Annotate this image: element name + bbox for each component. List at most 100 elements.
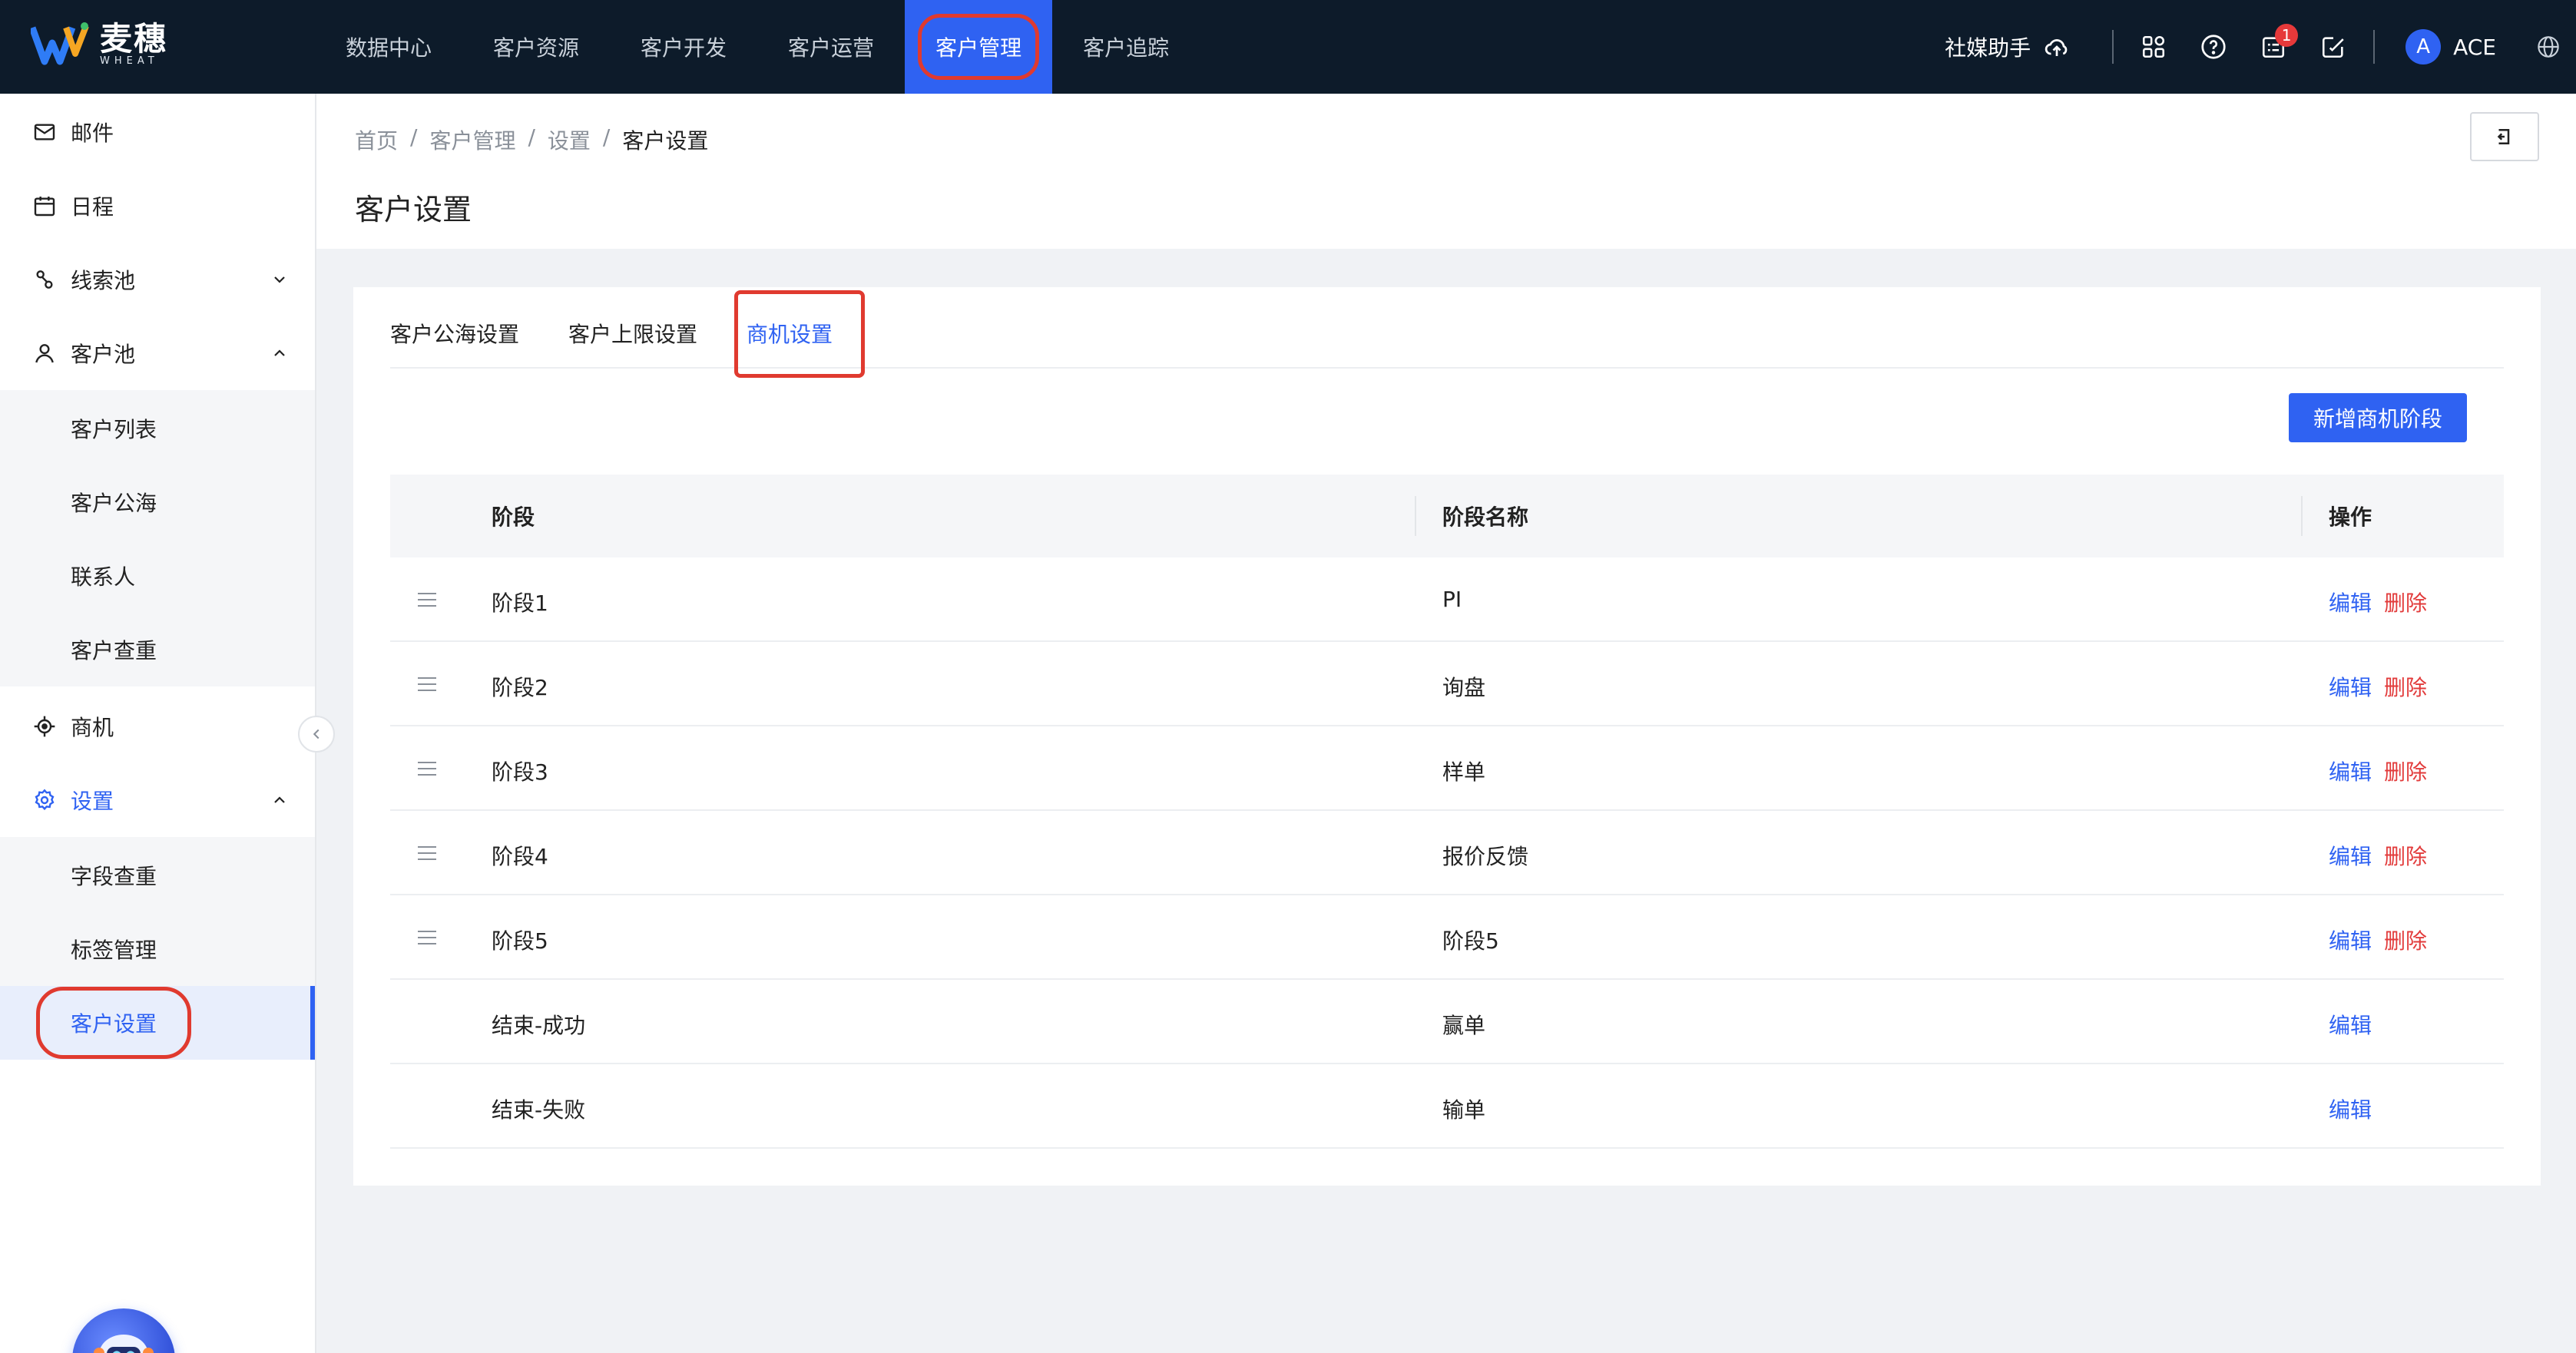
sidebar-item-label: 客户设置 [35, 987, 192, 1059]
stage-name-cell: PI [1442, 587, 1462, 612]
nav-customer-development[interactable]: 客户开发 [610, 0, 757, 94]
sidebar-item-customer-settings[interactable]: 客户设置 [0, 986, 315, 1060]
edit-link[interactable]: 编辑 [2329, 671, 2372, 702]
sidebar-item-label: 商机 [71, 715, 114, 740]
app-logo[interactable]: 麦穗 WHEAT [31, 20, 167, 69]
nav-data-center[interactable]: 数据中心 [315, 0, 462, 94]
column-divider [2301, 496, 2303, 536]
sidebar-item-customer-dedup[interactable]: 客户查重 [0, 613, 315, 686]
chevron-up-icon [274, 796, 285, 803]
task-list-icon[interactable]: 1 [2256, 24, 2299, 64]
sidebar: 邮件 日程 线索池 客户池 客户列表 客户公海 联系人 客户查重 商机 设置 字… [0, 94, 316, 1353]
cloud-upload-icon[interactable] [2040, 30, 2074, 64]
sidebar-collapse-button[interactable] [298, 716, 335, 753]
edit-link[interactable]: 编辑 [2329, 1009, 2372, 1040]
sidebar-item-opportunity[interactable]: 商机 [0, 690, 315, 763]
column-header-actions: 操作 [2329, 504, 2372, 530]
opportunity-stage-table: 阶段 阶段名称 操作 阶段1 PI 编辑 删除 阶段2 询盘 编辑 删除 阶段3… [390, 475, 2504, 1149]
gear-icon [35, 789, 55, 811]
sidebar-item-customer-public-sea[interactable]: 客户公海 [0, 465, 315, 539]
column-header-stage: 阶段 [492, 504, 535, 530]
sidebar-item-label: 客户公海 [71, 491, 157, 516]
nav-customer-tracking[interactable]: 客户追踪 [1052, 0, 1200, 94]
sidebar-item-leads-pool[interactable]: 线索池 [0, 243, 315, 316]
drag-handle-icon[interactable] [416, 591, 438, 608]
apps-grid-icon[interactable] [2137, 30, 2170, 64]
nav-label: 数据中心 [346, 35, 432, 61]
stage-cell: 阶段2 [492, 675, 548, 700]
nav-customer-operations[interactable]: 客户运营 [757, 0, 905, 94]
robot-illustration [94, 1335, 154, 1353]
sidebar-item-label: 客户列表 [71, 417, 157, 442]
sidebar-item-label: 字段查重 [71, 864, 157, 889]
divider [2373, 30, 2376, 64]
drag-handle-icon[interactable] [416, 760, 438, 777]
sidebar-item-contacts[interactable]: 联系人 [0, 539, 315, 613]
sidebar-item-tag-management[interactable]: 标签管理 [0, 912, 315, 986]
edit-link[interactable]: 编辑 [2329, 1093, 2372, 1124]
nav-label: 客户资源 [493, 35, 580, 61]
stage-cell: 结束-成功 [492, 1013, 586, 1038]
tab-opportunity-settings[interactable]: 商机设置 [733, 290, 866, 378]
tab-customer-limit-settings[interactable]: 客户上限设置 [568, 318, 697, 349]
breadcrumb-separator: / [528, 124, 535, 150]
social-assistant-link[interactable]: 社媒助手 [1945, 31, 2031, 62]
page-header: 首页 / 客户管理 / 设置 / 客户设置 客户设置 [316, 94, 2576, 249]
delete-link[interactable]: 删除 [2384, 587, 2427, 617]
sidebar-item-field-dedup[interactable]: 字段查重 [0, 839, 315, 912]
stage-name-cell: 报价反馈 [1442, 844, 1529, 869]
sidebar-item-schedule[interactable]: 日程 [0, 169, 315, 243]
column-header-stage-name: 阶段名称 [1442, 504, 1529, 530]
avatar[interactable]: A [2405, 29, 2442, 65]
user-name[interactable]: ACE [2453, 35, 2496, 60]
edit-link[interactable]: 编辑 [2329, 925, 2372, 955]
table-row: 阶段5 阶段5 编辑 删除 [390, 895, 2504, 980]
settings-card: 客户公海设置 客户上限设置 商机设置 新增商机阶段 阶段 阶段名称 操作 阶段1… [353, 287, 2541, 1186]
sidebar-item-mail[interactable]: 邮件 [0, 95, 315, 169]
nav-customer-resources[interactable]: 客户资源 [462, 0, 610, 94]
stage-name-cell: 询盘 [1442, 675, 1486, 700]
edit-link[interactable]: 编辑 [2329, 756, 2372, 786]
nav-label: 客户开发 [641, 35, 727, 61]
stage-cell: 阶段1 [492, 590, 548, 616]
drag-handle-icon[interactable] [416, 845, 438, 862]
stage-cell: 阶段3 [492, 759, 548, 785]
breadcrumb-home[interactable]: 首页 [355, 124, 398, 155]
sidebar-item-label: 联系人 [71, 564, 136, 590]
sidebar-item-label: 客户池 [71, 342, 136, 367]
edit-link[interactable]: 编辑 [2329, 587, 2372, 617]
tab-public-sea-settings[interactable]: 客户公海设置 [390, 318, 519, 349]
nav-customer-management[interactable]: 客户管理 [905, 0, 1053, 94]
breadcrumb-settings[interactable]: 设置 [548, 124, 591, 155]
top-right-toolbar: 社媒助手 1 A ACE [1945, 0, 2576, 94]
sidebar-item-customer-list[interactable]: 客户列表 [0, 392, 315, 465]
stage-name-cell: 赢单 [1442, 1013, 1486, 1038]
delete-link[interactable]: 删除 [2384, 671, 2427, 702]
edit-note-icon[interactable] [2316, 30, 2350, 64]
ai-assistant-robot-icon[interactable] [72, 1308, 175, 1353]
leads-icon [36, 270, 53, 289]
sidebar-item-customer-pool[interactable]: 客户池 [0, 316, 315, 390]
stage-name-cell: 阶段5 [1442, 928, 1499, 954]
globe-icon[interactable] [2531, 30, 2565, 64]
add-opportunity-stage-button[interactable]: 新增商机阶段 [2289, 393, 2467, 442]
edit-link[interactable]: 编辑 [2329, 840, 2372, 871]
delete-link[interactable]: 删除 [2384, 925, 2427, 955]
sidebar-item-settings[interactable]: 设置 [0, 763, 315, 837]
sidebar-item-label: 标签管理 [71, 938, 157, 963]
table-row: 结束-成功 赢单 编辑 [390, 980, 2504, 1064]
drag-handle-icon[interactable] [416, 929, 438, 946]
top-navigation-bar: 麦穗 WHEAT 数据中心 客户资源 客户开发 客户运营 客户管理 客户追踪 社… [0, 0, 2576, 94]
exit-button[interactable] [2470, 112, 2539, 161]
mail-icon [34, 124, 55, 141]
delete-link[interactable]: 删除 [2384, 756, 2427, 786]
delete-link[interactable]: 删除 [2384, 840, 2427, 871]
breadcrumb-customer-management[interactable]: 客户管理 [429, 124, 515, 155]
drag-handle-icon[interactable] [416, 676, 438, 693]
nav-label: 客户运营 [788, 35, 875, 61]
help-icon[interactable] [2197, 30, 2230, 64]
user-icon [35, 344, 54, 363]
sidebar-item-label: 线索池 [71, 268, 136, 293]
main-nav: 数据中心 客户资源 客户开发 客户运营 客户管理 客户追踪 [315, 0, 1200, 94]
stage-name-cell: 样单 [1442, 759, 1486, 785]
